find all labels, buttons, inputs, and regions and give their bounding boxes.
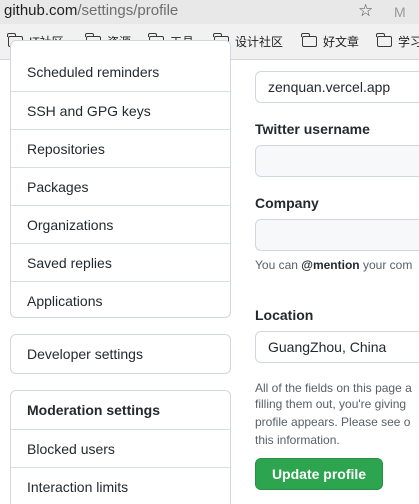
privacy-note-line: this information. <box>255 433 340 447</box>
url-field[interactable] <box>255 71 419 103</box>
bookmark-label: 学习 <box>398 35 419 49</box>
company-label: Company <box>255 195 319 211</box>
privacy-note-line: profile appears. Please see o <box>255 415 411 429</box>
address-bar[interactable]: github.com/settings/profile ☆ M <box>0 0 419 24</box>
sidebar-item-repositories[interactable]: Repositories <box>11 129 230 167</box>
developer-settings-group: Developer settings <box>10 334 231 374</box>
bookmark-label: 好文章 <box>323 35 360 49</box>
url-host: github.com <box>4 2 78 19</box>
company-note-prefix: You can <box>255 258 302 272</box>
twitter-username-field[interactable] <box>255 145 419 177</box>
sidebar-item-scheduled-reminders[interactable]: Scheduled reminders <box>11 53 230 91</box>
sidebar-item-applications[interactable]: Applications <box>11 281 230 319</box>
folder-icon <box>301 33 317 47</box>
sidebar-item-packages[interactable]: Packages <box>11 167 230 205</box>
location-field[interactable] <box>255 331 419 363</box>
twitter-label: Twitter username <box>255 121 370 137</box>
privacy-note-line: filling them out, you're giving <box>255 397 407 411</box>
sidebar-item-blocked-users[interactable]: Blocked users <box>11 429 230 467</box>
folder-icon <box>376 33 392 47</box>
sidebar-item-saved-replies[interactable]: Saved replies <box>11 243 230 281</box>
moderation-settings-heading: Moderation settings <box>27 402 161 418</box>
bookmark-folder[interactable]: 好文章 <box>301 33 360 51</box>
company-note: You can @mention your com <box>255 256 412 274</box>
bookmark-folder[interactable]: 学习 <box>376 33 419 51</box>
sidebar-item-developer-settings[interactable]: Developer settings <box>11 335 230 373</box>
update-profile-button[interactable]: Update profile <box>255 458 383 490</box>
company-field[interactable] <box>255 219 419 251</box>
bookmark-label: 设计社区 <box>235 35 284 49</box>
bookmark-star-icon[interactable]: ☆ <box>358 2 373 20</box>
location-label: Location <box>255 307 314 323</box>
url-text[interactable]: github.com/settings/profile <box>4 1 178 21</box>
settings-nav-group: Scheduled reminders SSH and GPG keys Rep… <box>10 40 231 318</box>
sidebar-item-interaction-limits[interactable]: Interaction limits <box>11 467 230 504</box>
extension-icon[interactable]: M <box>394 1 419 23</box>
moderation-settings-group: Moderation settings Blocked users Intera… <box>10 390 231 504</box>
company-note-suffix: your com <box>359 258 413 272</box>
sidebar-item-organizations[interactable]: Organizations <box>11 205 230 243</box>
url-path: /settings/profile <box>77 2 179 19</box>
mention-text: @mention <box>301 258 360 272</box>
sidebar-item-ssh-gpg-keys[interactable]: SSH and GPG keys <box>11 91 230 129</box>
